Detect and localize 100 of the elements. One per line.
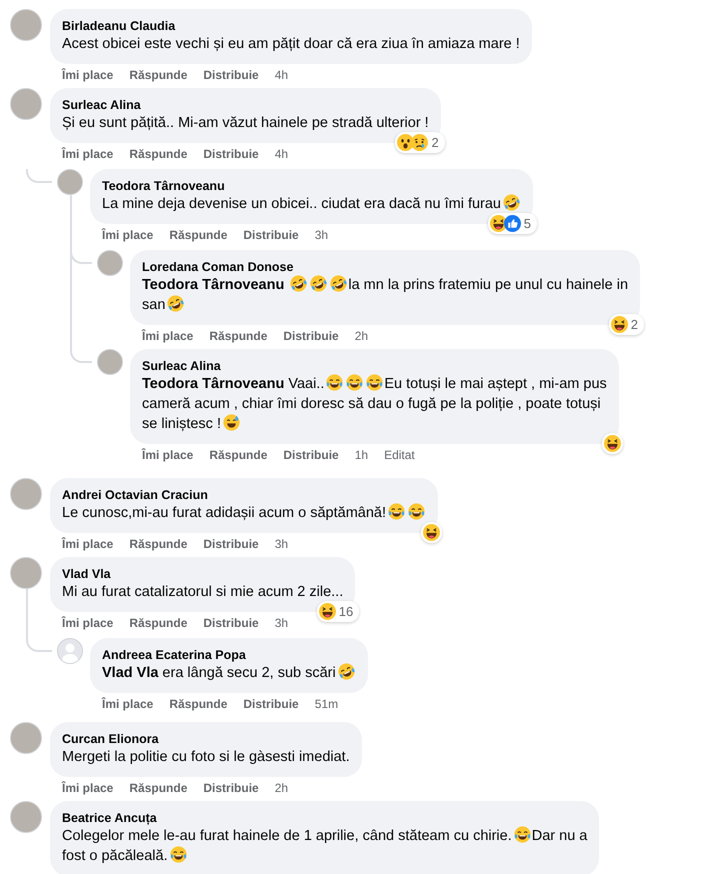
edited-label: Editat [384,447,415,463]
comment-text: se liniștesc ! [142,416,221,432]
comment-text: Colegelor mele le-au furat hainele de 1 aprilie, când stăteam cu chirie. [62,828,512,844]
timestamp[interactable]: 4h [274,146,288,162]
comment-text: Vaai.. [288,376,324,392]
author-name[interactable]: Surleac Alina [142,358,607,374]
reaction-count: 2 [630,317,640,332]
comment-action[interactable]: Îmi place [62,146,114,162]
rolling-laughing-face-icon [290,275,308,292]
laughing-face-icon [423,524,440,541]
comment-text: Le cunosc,mi-au furat adidașii acum o săptămână! [62,505,386,521]
timestamp[interactable]: 51m [314,696,338,712]
laughing-face-icon [318,603,336,620]
avatar-photo-placeholder[interactable] [10,801,42,833]
comment-text: La mine deja devenise un obicei.. ciudat era dacă nu îmi furau [102,196,501,212]
avatar-photo-placeholder[interactable] [10,722,42,754]
rolling-laughing-face-icon [503,194,520,211]
author-name[interactable]: Andrei Octavian Craciun [62,487,426,503]
timestamp[interactable]: 3h [314,227,328,243]
comment-action[interactable]: Răspunde [129,536,188,552]
timestamp[interactable]: 3h [274,536,288,552]
comment-text: Și eu sunt pățită.. Mi-am văzut hainele pe stradă ulterior ! [62,115,429,131]
comment-action[interactable]: Răspunde [209,447,268,463]
sad-face-icon [411,134,428,151]
mention-link[interactable]: Vlad Vla [102,665,158,681]
reaction-summary[interactable]: 16 [316,601,360,622]
rolling-laughing-face-icon [330,275,348,292]
avatar-photo-placeholder[interactable] [97,250,123,276]
author-name[interactable]: Birladeanu Claudia [62,18,520,34]
comment-action[interactable]: Distribuie [283,447,339,463]
tears-of-joy-icon [514,826,531,843]
avatar-photo-placeholder[interactable] [97,349,123,375]
mention-link[interactable]: Teodora Târnoveanu [142,376,284,392]
comment-text: Mi au furat catalizatorul si mie acum 2 zile... [62,584,344,600]
reaction-summary[interactable]: 5 [488,213,537,234]
comment-text: fost o păcăleală. [62,848,168,864]
comment-action[interactable]: Răspunde [129,780,188,796]
reaction-summary[interactable] [602,433,623,454]
avatar-photo-placeholder[interactable] [10,88,42,120]
comment-text: Mergeti la politie cu foto si le gàsesti imediat. [62,749,350,765]
laughing-face-icon [604,435,621,452]
author-name[interactable]: Vlad Vla [62,566,344,582]
reaction-summary[interactable]: 2 [395,132,445,153]
reaction-summary[interactable]: 2 [608,314,644,335]
comment-text: Dar nu a [532,828,588,844]
author-name[interactable]: Teodora Târnoveanu [102,178,521,194]
avatar-silhouette-icon[interactable] [57,638,83,664]
rolling-laughing-face-icon [338,663,355,680]
comment-action[interactable]: Răspunde [169,227,228,243]
comment-action[interactable]: Răspunde [129,615,188,631]
comment-action[interactable]: Distribuie [203,536,259,552]
comment-text: Acest obicei este vechi și eu am pățit doar că era ziua în amiaza mare ! [62,36,520,52]
avatar-photo-placeholder[interactable] [10,9,42,41]
laughing-face-icon [490,215,507,232]
comment-action[interactable]: Răspunde [129,146,188,162]
rolling-laughing-face-icon [167,295,184,312]
comment-text: san [142,297,166,313]
comment-action[interactable]: Îmi place [102,227,154,243]
comment-action[interactable]: Răspunde [129,67,188,83]
author-name[interactable]: Surleac Alina [62,97,429,113]
timestamp[interactable]: 2h [274,780,288,796]
reaction-summary[interactable] [421,522,442,543]
tears-of-joy-icon [170,846,187,863]
rolling-laughing-face-icon [310,275,328,292]
comment-text: cameră acum , chiar îmi doresc să dau o fugă pe la poliție , poate totuși [142,396,601,412]
avatar-photo-placeholder[interactable] [10,557,42,589]
author-name[interactable]: Curcan Elionora [62,731,350,747]
tears-of-joy-icon [366,374,384,391]
reaction-count: 2 [430,135,440,150]
comment-action[interactable]: Răspunde [169,696,228,712]
comment-action[interactable]: Răspunde [209,328,268,344]
comment-action[interactable]: Distribuie [203,146,259,162]
author-name[interactable]: Beatrice Ancuța [62,810,588,826]
comment-action[interactable]: Distribuie [283,328,339,344]
avatar-photo-placeholder[interactable] [57,169,83,195]
comment-action[interactable]: Distribuie [203,615,259,631]
comment-action[interactable]: Îmi place [62,780,114,796]
comment-action[interactable]: Îmi place [142,447,194,463]
reaction-count: 16 [338,604,354,619]
comment-action[interactable]: Îmi place [142,328,194,344]
comment-text: Eu totuși le mai aștept , mi-am pus [384,376,607,392]
laughing-face-icon [610,316,628,333]
timestamp[interactable]: 3h [274,615,288,631]
comment-action[interactable]: Distribuie [203,67,259,83]
avatar-photo-placeholder[interactable] [10,478,42,510]
mention-link[interactable]: Teodora Târnoveanu [142,277,284,293]
author-name[interactable]: Loredana Coman Donose [142,259,628,275]
comment-action[interactable]: Distribuie [243,696,299,712]
comment-action[interactable]: Îmi place [62,67,114,83]
comment-action[interactable]: Îmi place [102,696,154,712]
comment-action[interactable]: Îmi place [62,536,114,552]
comment-action[interactable]: Distribuie [203,780,259,796]
timestamp[interactable]: 2h [354,328,368,344]
comment-action[interactable]: Îmi place [62,615,114,631]
author-name[interactable]: Andreea Ecaterina Popa [102,647,356,663]
comment-text: era lângă secu 2, sub scări [162,665,336,681]
comment-action[interactable]: Distribuie [243,227,299,243]
timestamp[interactable]: 4h [274,67,288,83]
reaction-count: 5 [522,216,532,231]
timestamp[interactable]: 1h [354,447,368,463]
